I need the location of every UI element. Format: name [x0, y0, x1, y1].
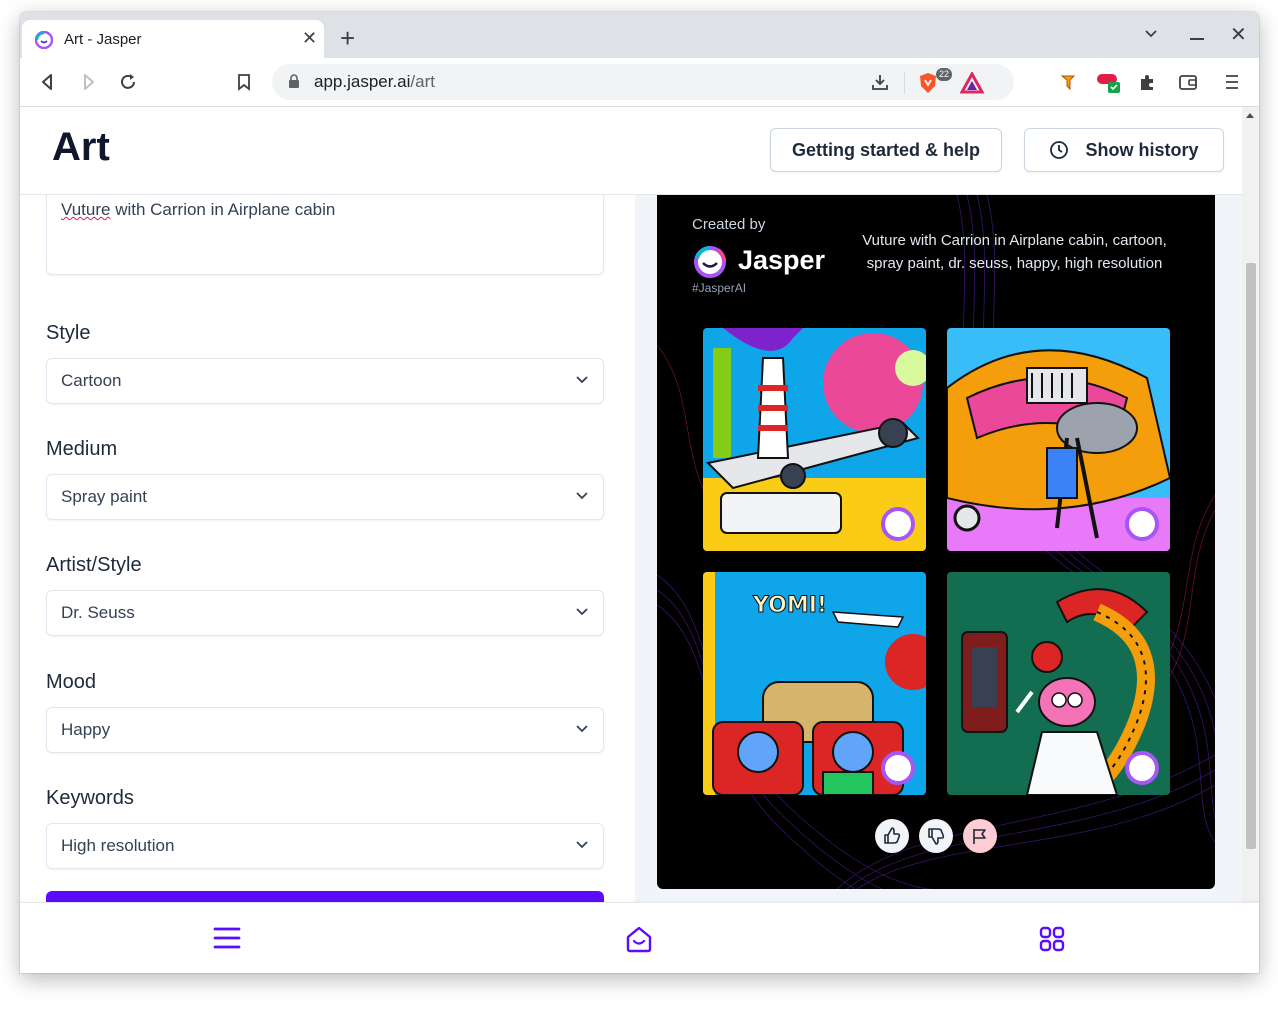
chevron-down-icon	[576, 608, 588, 616]
tab-strip: Art - Jasper ✕ + ✕	[20, 12, 1259, 58]
back-icon[interactable]	[38, 72, 58, 92]
browser-menu-icon[interactable]	[1222, 72, 1242, 92]
chevron-down-icon	[576, 492, 588, 500]
download-icon[interactable]	[870, 72, 890, 92]
window-close-icon[interactable]: ✕	[1230, 22, 1247, 47]
page-scrollbar[interactable]	[1242, 107, 1259, 913]
image-text: YOMI!	[752, 593, 827, 618]
wallet-icon[interactable]	[1178, 72, 1198, 92]
browser-window: Art - Jasper ✕ + ✕ app.jasper.ai/art 22	[20, 12, 1259, 973]
tab-search-chevron-icon[interactable]	[1144, 28, 1158, 38]
tab-title: Art - Jasper	[64, 31, 142, 48]
help-button-label: Getting started & help	[791, 139, 980, 160]
report-button[interactable]	[963, 819, 997, 853]
medium-value: Spray paint	[61, 487, 147, 506]
chevron-down-icon	[576, 725, 588, 733]
reload-icon[interactable]	[118, 72, 138, 92]
tab-close-icon[interactable]: ✕	[302, 28, 317, 49]
history-button-label: Show history	[1085, 139, 1199, 160]
generated-image-4[interactable]	[947, 572, 1170, 795]
generated-image-2[interactable]	[947, 328, 1170, 551]
extension-badge-icon[interactable]	[1096, 70, 1122, 94]
extension-pen-icon[interactable]	[1058, 72, 1078, 92]
keywords-value: High resolution	[61, 836, 175, 855]
flag-icon	[973, 829, 986, 844]
puzzle-icon[interactable]	[1137, 72, 1157, 92]
home-icon[interactable]	[624, 925, 654, 953]
new-tab-button[interactable]: +	[340, 24, 355, 52]
thumbs-up-button[interactable]	[875, 819, 909, 853]
jasper-logo-icon	[694, 246, 726, 278]
style-value: Cartoon	[61, 371, 122, 390]
scroll-thumb[interactable]	[1246, 263, 1256, 849]
prompt-text: Vuture with Carrion in Airplane cabin	[61, 200, 336, 219]
mood-value: Happy	[61, 720, 111, 739]
browser-toolbar: app.jasper.ai/art 22	[20, 58, 1259, 107]
style-select[interactable]: Cartoon	[46, 358, 604, 404]
prompt-description: Vuture with Carrion in Airplane cabin, c…	[862, 232, 1167, 272]
address-bar[interactable]: app.jasper.ai/art 22	[272, 64, 1014, 100]
keywords-select[interactable]: High resolution	[46, 823, 604, 869]
chevron-down-icon	[576, 376, 588, 384]
jasper-hashtag: #JasperAI	[692, 281, 747, 295]
getting-started-help-button[interactable]: Getting started & help	[770, 128, 1002, 172]
thumbs-down-icon	[928, 828, 945, 845]
thumbs-down-button[interactable]	[919, 819, 953, 853]
medium-label: Medium	[46, 438, 118, 460]
jasper-brand-name: Jasper	[738, 245, 826, 275]
mood-label: Mood	[46, 671, 97, 693]
minimize-icon[interactable]	[1190, 38, 1204, 40]
keywords-label: Keywords	[46, 787, 134, 809]
bookmark-icon[interactable]	[234, 72, 254, 92]
page-header: Art Getting started & help Show history	[20, 107, 1242, 195]
style-label: Style	[46, 322, 91, 344]
art-form-panel: Vuture with Carrion in Airplane cabin St…	[20, 185, 635, 973]
thumbs-up-icon	[884, 827, 901, 844]
lock-icon	[289, 74, 299, 88]
omnibox-divider	[904, 72, 905, 94]
brave-rewards-icon[interactable]	[960, 72, 984, 94]
prompt-textarea[interactable]: Vuture with Carrion in Airplane cabin	[46, 185, 604, 275]
artist-select[interactable]: Dr. Seuss	[46, 590, 604, 636]
forward-icon[interactable]	[78, 72, 98, 92]
browser-tab[interactable]: Art - Jasper ✕	[22, 20, 324, 58]
bottom-navigation	[20, 902, 1259, 973]
created-by-label: Created by	[692, 216, 766, 233]
chevron-down-icon	[576, 841, 588, 849]
show-history-button[interactable]: Show history	[1024, 128, 1224, 172]
menu-icon[interactable]	[212, 925, 242, 951]
art-result-panel: Created by Jasper #JasperAI Vuture with …	[657, 195, 1215, 889]
clock-icon	[1050, 141, 1069, 159]
apps-grid-icon[interactable]	[1038, 925, 1066, 953]
generated-image-3[interactable]: YOMI!	[703, 572, 926, 795]
scroll-up-arrow-icon[interactable]	[1246, 113, 1254, 118]
jasper-favicon-icon	[35, 31, 53, 49]
shields-count-badge: 22	[936, 68, 953, 81]
brave-shield-icon[interactable]	[918, 72, 938, 94]
url-text[interactable]: app.jasper.ai/art	[314, 72, 435, 92]
page-title: Art	[52, 125, 110, 169]
generated-image-1[interactable]	[703, 328, 926, 551]
artist-label: Artist/Style	[46, 554, 142, 576]
mood-select[interactable]: Happy	[46, 707, 604, 753]
page-content: Vuture with Carrion in Airplane cabin St…	[20, 107, 1242, 973]
medium-select[interactable]: Spray paint	[46, 474, 604, 520]
artist-value: Dr. Seuss	[61, 603, 135, 622]
